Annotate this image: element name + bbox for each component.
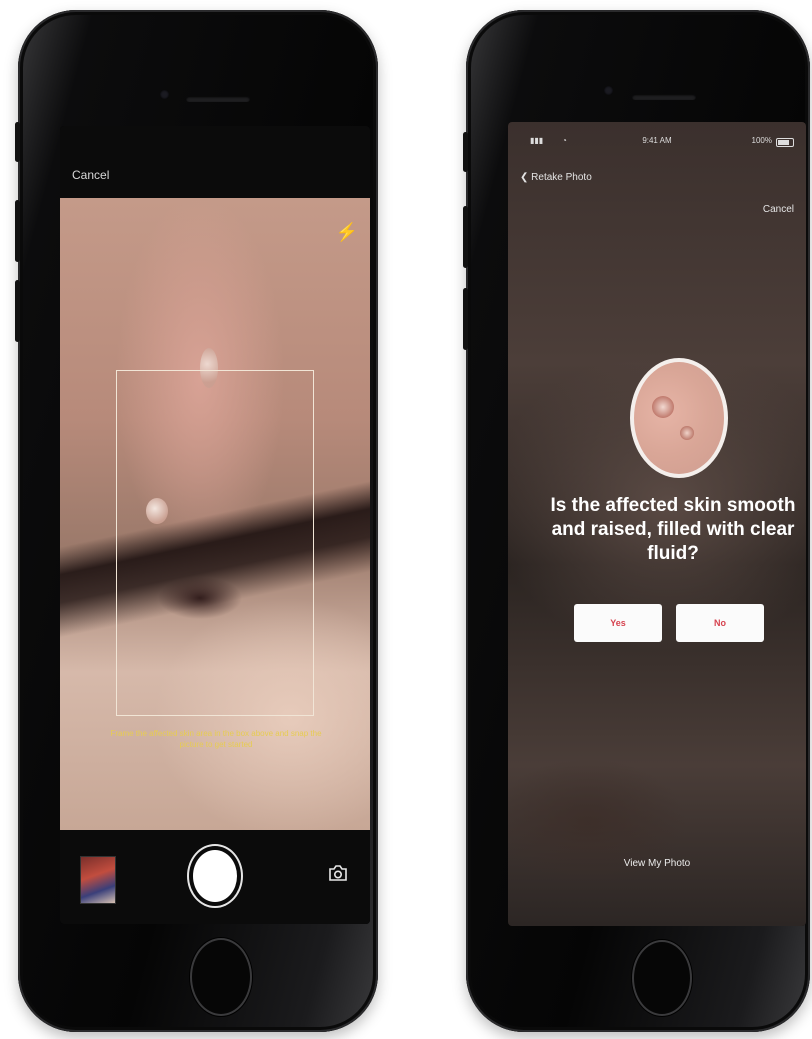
retake-photo-button[interactable]: ❮ Retake Photo <box>520 172 592 183</box>
focus-frame <box>116 370 314 716</box>
cancel-button[interactable]: Cancel <box>72 168 109 182</box>
flash-icon[interactable]: ⚡ <box>336 222 358 243</box>
camera-viewfinder[interactable]: Frame the affected skin area in the box … <box>60 198 370 830</box>
home-button[interactable] <box>632 940 692 1016</box>
right-phone: ▮▮▮ ◔ 9:41 AM 100% ❮ Retake Photo Cancel… <box>463 10 810 1032</box>
battery-icon <box>776 138 794 147</box>
cancel-button[interactable]: Cancel <box>763 204 794 215</box>
left-phone: Cancel Frame the affected skin area in t… <box>15 10 378 1032</box>
camera-flip-icon[interactable] <box>328 864 348 887</box>
volume-up-button <box>463 206 468 268</box>
skin-photo-preview <box>630 358 728 478</box>
volume-up-button <box>15 200 20 262</box>
camera-bottom-bar <box>60 830 370 924</box>
earpiece <box>632 94 696 100</box>
volume-down-button <box>15 280 20 342</box>
retake-photo-label: Retake Photo <box>531 172 592 183</box>
photo-thumbnail[interactable] <box>80 856 116 904</box>
mute-switch <box>15 122 20 162</box>
front-camera <box>160 90 169 99</box>
shutter-button[interactable] <box>193 850 237 902</box>
battery-percent: 100% <box>751 136 772 145</box>
framing-instruction: Frame the affected skin area in the box … <box>110 729 322 749</box>
camera-flip-icon-glyph <box>329 865 347 881</box>
question-screen: ▮▮▮ ◔ 9:41 AM 100% ❮ Retake Photo Cancel… <box>508 122 806 926</box>
no-button[interactable]: No <box>676 604 764 642</box>
status-bar: ▮▮▮ ◔ 9:41 AM 100% <box>508 136 806 150</box>
front-camera <box>604 86 613 95</box>
blister <box>652 396 674 418</box>
question-text: Is the affected skin smooth and raised, … <box>550 495 796 564</box>
volume-down-button <box>463 288 468 350</box>
home-button[interactable] <box>190 938 252 1016</box>
view-my-photo-link[interactable]: View My Photo <box>508 858 806 869</box>
camera-screen: Cancel Frame the affected skin area in t… <box>60 126 370 924</box>
earpiece <box>186 96 250 102</box>
blister <box>680 426 694 440</box>
yes-button[interactable]: Yes <box>574 604 662 642</box>
chevron-left-icon: ❮ <box>520 172 529 183</box>
mute-switch <box>463 132 468 172</box>
camera-top-bar: Cancel <box>60 126 370 198</box>
